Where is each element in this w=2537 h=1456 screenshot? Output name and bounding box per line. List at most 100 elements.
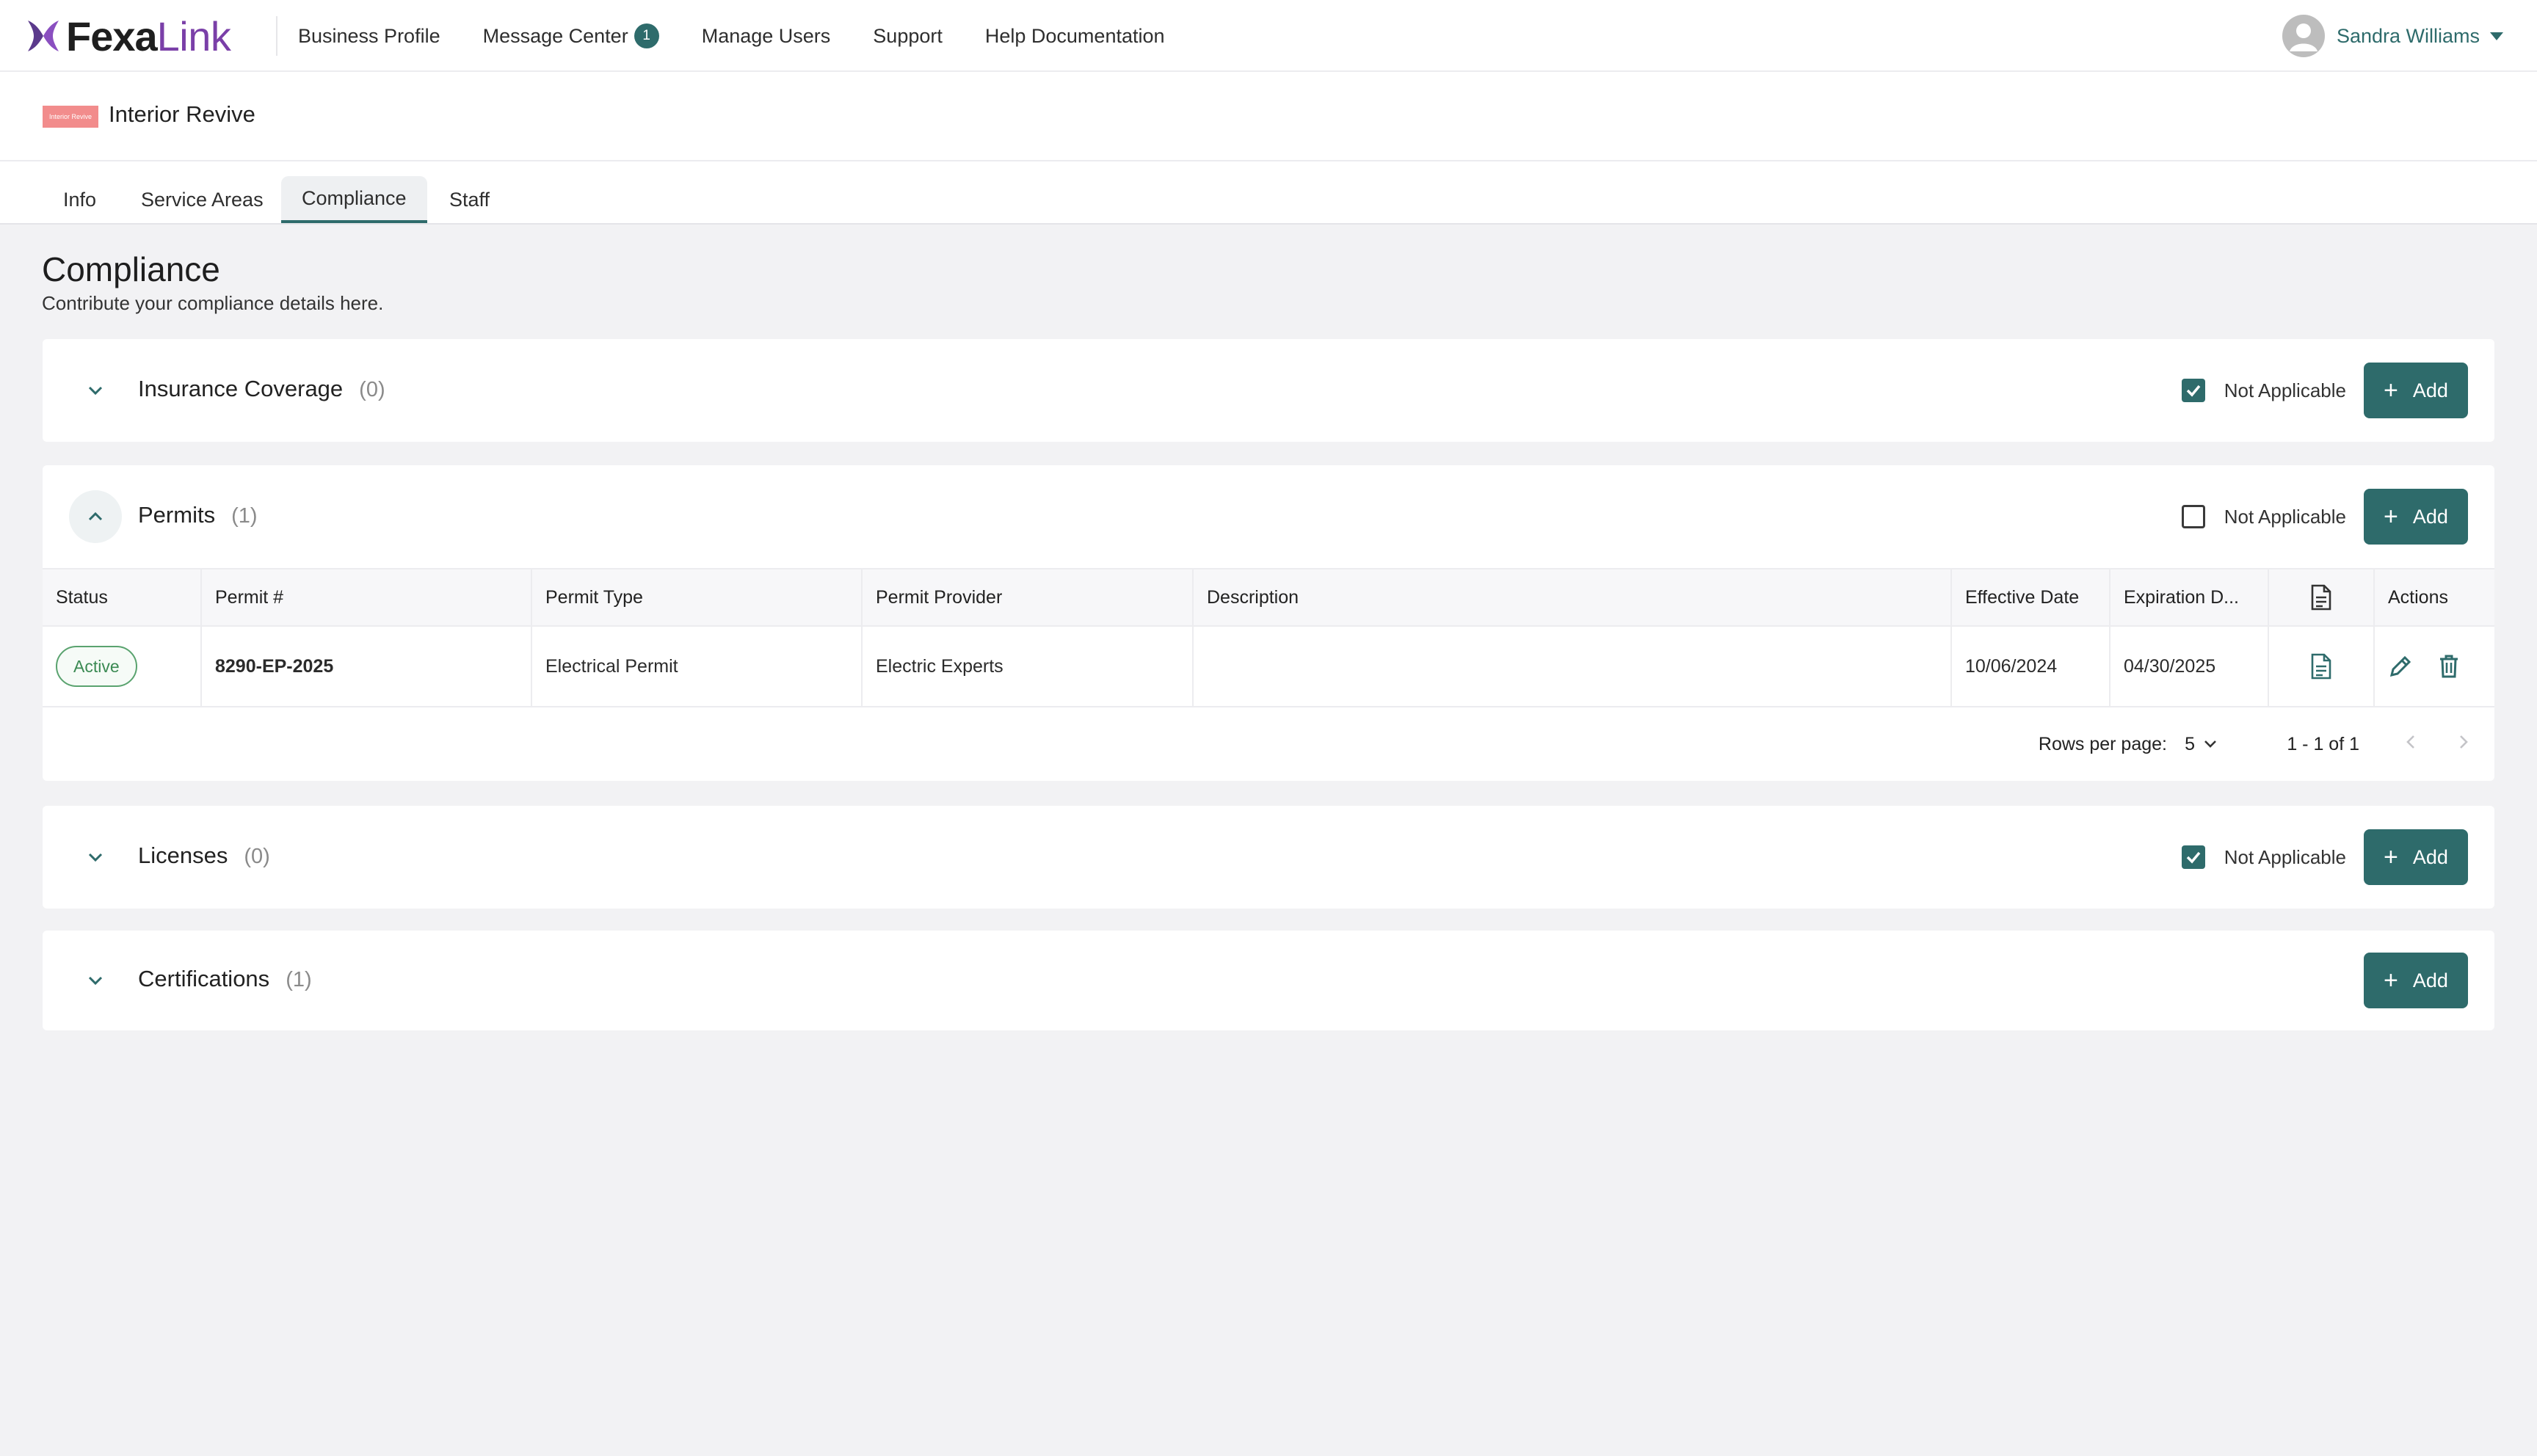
section-title: Insurance Coverage (0) bbox=[138, 376, 385, 402]
document-cell bbox=[2269, 627, 2375, 706]
chevron-down-icon bbox=[88, 853, 103, 862]
insurance-not-applicable-checkbox[interactable]: Not Applicable bbox=[2181, 379, 2346, 402]
previous-page-button[interactable] bbox=[2402, 732, 2421, 757]
nav-business-profile[interactable]: Business Profile bbox=[298, 25, 440, 48]
rows-per-page-value: 5 bbox=[2185, 733, 2195, 754]
licenses-card: Licenses (0) Not Applicable + Add bbox=[43, 806, 2494, 909]
certifications-card: Certifications (1) + Add bbox=[43, 931, 2494, 1030]
section-header: Permits (1) Not Applicable + Add bbox=[43, 465, 2494, 568]
col-expiration-date[interactable]: Expiration D... bbox=[2110, 569, 2269, 625]
status-cell: Active bbox=[43, 627, 202, 706]
section-count: (0) bbox=[359, 378, 385, 401]
checkbox-label: Not Applicable bbox=[2224, 505, 2346, 528]
nav-divider bbox=[276, 16, 277, 56]
expand-insurance-button[interactable] bbox=[69, 364, 122, 417]
user-menu[interactable]: Sandra Williams bbox=[2282, 15, 2503, 57]
trash-icon bbox=[2440, 655, 2458, 678]
chevron-down-icon bbox=[2204, 740, 2216, 748]
profile-tabs: Info Service Areas Compliance Staff bbox=[0, 161, 2537, 225]
table-row[interactable]: Active 8290-EP-2025 Electrical Permit El… bbox=[43, 627, 2494, 707]
insurance-coverage-card: Insurance Coverage (0) Not Applicable + … bbox=[43, 339, 2494, 442]
add-permit-button[interactable]: + Add bbox=[2364, 489, 2468, 545]
description-cell bbox=[1194, 627, 1952, 706]
page-title: Compliance bbox=[42, 250, 220, 288]
main-menu: Business Profile Message Center 1 Manage… bbox=[298, 0, 1208, 72]
rows-per-page-select[interactable]: 5 bbox=[2185, 734, 2220, 755]
col-permit-type[interactable]: Permit Type bbox=[532, 569, 863, 625]
permit-type-cell: Electrical Permit bbox=[532, 627, 863, 706]
checkbox-checked-icon bbox=[2181, 845, 2205, 869]
expand-licenses-button[interactable] bbox=[69, 831, 122, 884]
pagination-range: 1 - 1 of 1 bbox=[2287, 733, 2359, 754]
section-title-text: Certifications bbox=[138, 966, 270, 991]
expand-certifications-button[interactable] bbox=[69, 954, 122, 1007]
col-effective-date[interactable]: Effective Date bbox=[1952, 569, 2110, 625]
business-logo: Interior Revive bbox=[43, 106, 98, 128]
tab-info[interactable]: Info bbox=[43, 176, 117, 223]
add-button-label: Add bbox=[2412, 845, 2448, 868]
tab-staff[interactable]: Staff bbox=[429, 176, 510, 223]
col-status[interactable]: Status bbox=[43, 569, 202, 625]
logo-text-light: Link bbox=[156, 12, 231, 59]
add-insurance-button[interactable]: + Add bbox=[2364, 363, 2468, 418]
tab-label: Info bbox=[63, 188, 97, 211]
fexalink-logo[interactable]: Fexa Link bbox=[25, 12, 231, 60]
tab-label: Staff bbox=[449, 188, 490, 211]
business-name: Interior Revive bbox=[109, 101, 255, 127]
col-actions: Actions bbox=[2388, 586, 2448, 608]
section-count: (1) bbox=[286, 968, 312, 991]
nav-manage-users[interactable]: Manage Users bbox=[702, 25, 831, 48]
tab-service-areas[interactable]: Service Areas bbox=[120, 176, 284, 223]
section-title: Certifications (1) bbox=[138, 966, 312, 992]
document-icon bbox=[2311, 584, 2331, 611]
checkbox-label: Not Applicable bbox=[2224, 379, 2346, 401]
plus-icon: + bbox=[2384, 843, 2398, 871]
add-button-label: Add bbox=[2412, 969, 2448, 991]
nav-support[interactable]: Support bbox=[873, 25, 943, 48]
permits-not-applicable-checkbox[interactable]: Not Applicable bbox=[2181, 505, 2346, 528]
col-permit-number[interactable]: Permit # bbox=[202, 569, 532, 625]
tab-label: Compliance bbox=[302, 186, 407, 209]
caret-down-icon bbox=[2490, 32, 2503, 40]
next-page-button[interactable] bbox=[2453, 732, 2472, 757]
licenses-not-applicable-checkbox[interactable]: Not Applicable bbox=[2181, 845, 2346, 869]
nav-help-documentation[interactable]: Help Documentation bbox=[985, 25, 1165, 48]
edit-button[interactable] bbox=[2388, 654, 2413, 679]
section-title: Permits (1) bbox=[138, 502, 258, 528]
user-name: Sandra Williams bbox=[2336, 24, 2480, 47]
nav-label: Help Documentation bbox=[984, 24, 1165, 47]
col-description[interactable]: Description bbox=[1194, 569, 1952, 625]
user-avatar-icon bbox=[2282, 15, 2325, 57]
chevron-down-icon bbox=[88, 386, 103, 396]
chevron-right-icon bbox=[2460, 735, 2468, 749]
add-button-label: Add bbox=[2412, 505, 2448, 528]
rows-per-page-label: Rows per page: bbox=[2038, 733, 2167, 754]
plus-icon: + bbox=[2384, 376, 2398, 404]
tab-compliance[interactable]: Compliance bbox=[281, 176, 427, 223]
nav-label: Support bbox=[873, 24, 943, 47]
collapse-permits-button[interactable] bbox=[69, 490, 122, 543]
add-license-button[interactable]: + Add bbox=[2364, 829, 2468, 885]
business-header: Interior Revive Interior Revive bbox=[0, 72, 2537, 161]
delete-button[interactable] bbox=[2438, 654, 2460, 679]
message-count-badge: 1 bbox=[634, 23, 659, 48]
page-subtitle: Contribute your compliance details here. bbox=[42, 292, 384, 314]
permit-provider-cell: Electric Experts bbox=[863, 627, 1194, 706]
fexa-logo-icon bbox=[28, 21, 59, 51]
checkbox-checked-icon bbox=[2181, 379, 2205, 402]
effective-date-cell: 10/06/2024 bbox=[1952, 627, 2110, 706]
add-certification-button[interactable]: + Add bbox=[2364, 953, 2468, 1008]
pencil-icon bbox=[2389, 655, 2411, 677]
section-header: Certifications (1) + Add bbox=[43, 931, 2494, 1033]
logo-text-bold: Fexa bbox=[66, 12, 158, 59]
section-header: Licenses (0) Not Applicable + Add bbox=[43, 806, 2494, 909]
nav-label: Business Profile bbox=[298, 24, 440, 47]
view-document-button[interactable] bbox=[2310, 653, 2332, 680]
plus-icon: + bbox=[2384, 503, 2398, 531]
nav-message-center[interactable]: Message Center 1 bbox=[483, 23, 659, 48]
col-permit-provider[interactable]: Permit Provider bbox=[863, 569, 1194, 625]
table-header-row: Status Permit # Permit Type Permit Provi… bbox=[43, 568, 2494, 627]
permits-card: Permits (1) Not Applicable + Add Status … bbox=[43, 465, 2494, 781]
top-navigation: Fexa Link Business Profile Message Cente… bbox=[0, 0, 2537, 72]
permit-number-cell: 8290-EP-2025 bbox=[202, 627, 532, 706]
